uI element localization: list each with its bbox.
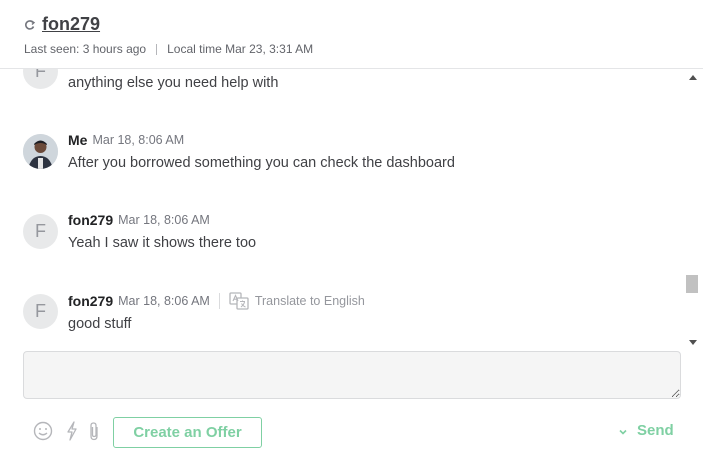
message-text: good stuff bbox=[68, 316, 132, 332]
avatar: F bbox=[23, 294, 58, 329]
avatar: F bbox=[23, 69, 58, 89]
scroll-up-arrow-icon[interactable] bbox=[689, 75, 697, 80]
lightning-icon[interactable] bbox=[62, 421, 82, 441]
user-photo-icon bbox=[23, 134, 58, 169]
smiley-icon[interactable] bbox=[33, 421, 53, 441]
message-text: anything else you need help with bbox=[68, 75, 279, 91]
translate-icon bbox=[229, 292, 249, 310]
user-meta: Last seen: 3 hours ago Local time Mar 23… bbox=[24, 42, 313, 56]
avatar bbox=[23, 134, 58, 169]
message-text: After you borrowed something you can che… bbox=[68, 155, 455, 171]
message-header: Me Mar 18, 8:06 AM bbox=[68, 132, 184, 148]
title-row: fon279 bbox=[24, 14, 100, 35]
conversation-header: fon279 Last seen: 3 hours ago Local time… bbox=[0, 0, 703, 69]
scroll-down-arrow-icon[interactable] bbox=[689, 340, 697, 345]
message-text: Yeah I saw it shows there too bbox=[68, 235, 257, 251]
message-time: Mar 18, 8:06 AM bbox=[118, 294, 210, 308]
away-status-icon bbox=[24, 18, 38, 32]
header-divider bbox=[218, 293, 220, 309]
sender-name[interactable]: fon279 bbox=[68, 293, 113, 309]
translate-label: Translate to English bbox=[254, 294, 365, 308]
username-link[interactable]: fon279 bbox=[42, 14, 100, 35]
message-list[interactable]: F anything else you need help with Me Ma… bbox=[0, 69, 685, 349]
last-seen-text: Last seen: 3 hours ago bbox=[24, 42, 147, 56]
local-time-text: Local time Mar 23, 3:31 AM bbox=[167, 42, 314, 56]
sender-name[interactable]: fon279 bbox=[68, 212, 113, 228]
meta-divider bbox=[156, 43, 158, 55]
paperclip-icon[interactable] bbox=[84, 421, 104, 441]
translate-link[interactable]: Translate to English bbox=[229, 292, 365, 310]
sender-name: Me bbox=[68, 132, 88, 148]
avatar: F bbox=[23, 214, 58, 249]
chevron-down-icon[interactable] bbox=[617, 425, 629, 437]
composer-toolbar: Create an Offer Send bbox=[0, 412, 703, 449]
message-header: fon279 Mar 18, 8:06 AM bbox=[68, 212, 210, 228]
send-button[interactable]: Send bbox=[637, 422, 674, 439]
scroll-thumb[interactable] bbox=[686, 275, 698, 293]
message-scrollbar[interactable] bbox=[685, 69, 701, 351]
message-time: Mar 18, 8:06 AM bbox=[118, 213, 210, 227]
message-input[interactable] bbox=[23, 351, 681, 399]
create-offer-button[interactable]: Create an Offer bbox=[113, 417, 262, 448]
message-time: Mar 18, 8:06 AM bbox=[92, 133, 185, 147]
message-header: fon279 Mar 18, 8:06 AM Translate to Engl… bbox=[68, 292, 365, 310]
